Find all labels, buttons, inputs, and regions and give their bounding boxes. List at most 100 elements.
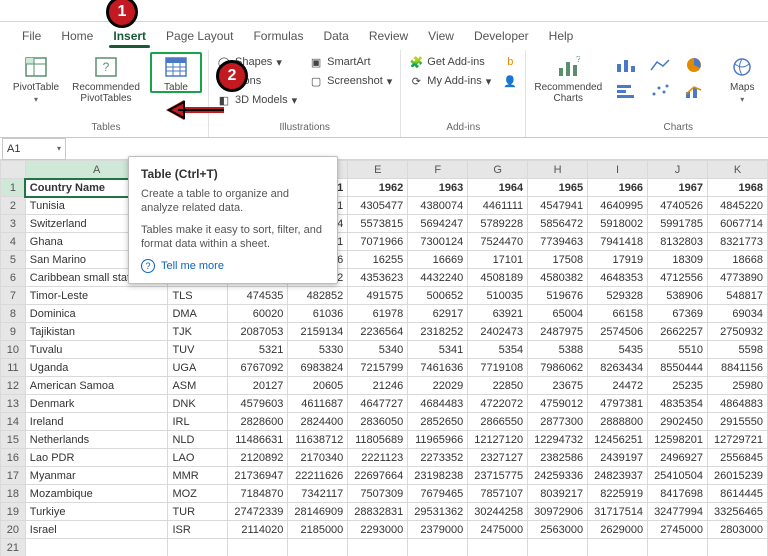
- cell[interactable]: 6983824: [288, 359, 348, 377]
- cell[interactable]: 7300124: [408, 233, 468, 251]
- cell[interactable]: 2439197: [588, 449, 648, 467]
- cell[interactable]: 2382586: [528, 449, 588, 467]
- cell[interactable]: 8225919: [588, 485, 648, 503]
- cell[interactable]: 21736947: [228, 467, 288, 485]
- cell[interactable]: 5789228: [468, 215, 528, 233]
- cell[interactable]: Ireland: [25, 413, 168, 431]
- tab-insert[interactable]: Insert: [103, 25, 156, 48]
- cell[interactable]: 2402473: [468, 323, 528, 341]
- cell[interactable]: 66158: [588, 305, 648, 323]
- maps-button[interactable]: Maps ▾: [720, 52, 764, 104]
- recommended-charts-button[interactable]: ? Recommended Charts: [532, 52, 604, 104]
- cell[interactable]: 25410504: [648, 467, 708, 485]
- cell[interactable]: 4845220: [708, 197, 768, 215]
- cell[interactable]: TUV: [168, 341, 228, 359]
- cell[interactable]: 2221123: [348, 449, 408, 467]
- cell[interactable]: 4305477: [348, 197, 408, 215]
- cell[interactable]: 2379000: [408, 521, 468, 539]
- row-header[interactable]: 9: [1, 323, 26, 341]
- cell[interactable]: 23198238: [408, 467, 468, 485]
- cell[interactable]: 61036: [288, 305, 348, 323]
- cell[interactable]: 28832831: [348, 503, 408, 521]
- tell-me-more-link[interactable]: ? Tell me more: [141, 259, 325, 273]
- cell[interactable]: 12294732: [528, 431, 588, 449]
- cell[interactable]: 5598: [708, 341, 768, 359]
- my-addins-button[interactable]: ⟳My Add-ins ▾: [407, 73, 493, 89]
- column-header[interactable]: E: [348, 161, 408, 179]
- column-header[interactable]: H: [528, 161, 588, 179]
- cell[interactable]: 7941418: [588, 233, 648, 251]
- name-box[interactable]: A1 ▾: [2, 138, 66, 160]
- cell[interactable]: 7507309: [348, 485, 408, 503]
- cell[interactable]: [228, 539, 288, 556]
- cell[interactable]: 2236564: [348, 323, 408, 341]
- cell[interactable]: IRL: [168, 413, 228, 431]
- cell[interactable]: 31717514: [588, 503, 648, 521]
- row-header[interactable]: 7: [1, 287, 26, 305]
- cell[interactable]: 1963: [408, 179, 468, 197]
- cell[interactable]: 20127: [228, 377, 288, 395]
- cell[interactable]: [528, 539, 588, 556]
- cell[interactable]: 2563000: [528, 521, 588, 539]
- row-header[interactable]: 2: [1, 197, 26, 215]
- combo-chart-icon[interactable]: [680, 80, 708, 102]
- cell[interactable]: 548817: [708, 287, 768, 305]
- cell[interactable]: Lao PDR: [25, 449, 168, 467]
- cell[interactable]: UGA: [168, 359, 228, 377]
- cell[interactable]: 17919: [588, 251, 648, 269]
- cell[interactable]: 8132803: [648, 233, 708, 251]
- cell[interactable]: 2327127: [468, 449, 528, 467]
- cell[interactable]: 510035: [468, 287, 528, 305]
- cell[interactable]: 22697664: [348, 467, 408, 485]
- cell[interactable]: Uganda: [25, 359, 168, 377]
- cell[interactable]: 4864883: [708, 395, 768, 413]
- cell[interactable]: 16669: [408, 251, 468, 269]
- cell[interactable]: 7184870: [228, 485, 288, 503]
- cell[interactable]: [648, 539, 708, 556]
- cell[interactable]: 1966: [588, 179, 648, 197]
- cell[interactable]: 7857107: [468, 485, 528, 503]
- cell[interactable]: 63921: [468, 305, 528, 323]
- row-header[interactable]: 14: [1, 413, 26, 431]
- cell[interactable]: 2629000: [588, 521, 648, 539]
- column-chart-icon[interactable]: [612, 54, 640, 76]
- cell[interactable]: 2836050: [348, 413, 408, 431]
- cell[interactable]: 5340: [348, 341, 408, 359]
- cell[interactable]: 2475000: [468, 521, 528, 539]
- cell[interactable]: 2293000: [348, 521, 408, 539]
- cell[interactable]: 22029: [408, 377, 468, 395]
- cell[interactable]: 2120892: [228, 449, 288, 467]
- pie-chart-icon[interactable]: [680, 54, 708, 76]
- cell[interactable]: 60020: [228, 305, 288, 323]
- row-header[interactable]: 15: [1, 431, 26, 449]
- cell[interactable]: 4684483: [408, 395, 468, 413]
- cell[interactable]: 4740526: [648, 197, 708, 215]
- cell[interactable]: 7215799: [348, 359, 408, 377]
- cell[interactable]: Timor-Leste: [25, 287, 168, 305]
- cell[interactable]: Dominica: [25, 305, 168, 323]
- cell[interactable]: 17101: [468, 251, 528, 269]
- cell[interactable]: 4580382: [528, 269, 588, 287]
- cell[interactable]: NLD: [168, 431, 228, 449]
- cell[interactable]: 11638712: [288, 431, 348, 449]
- scatter-chart-icon[interactable]: [646, 80, 674, 102]
- cell[interactable]: 2487975: [528, 323, 588, 341]
- cell[interactable]: TUR: [168, 503, 228, 521]
- column-header[interactable]: K: [708, 161, 768, 179]
- tab-data[interactable]: Data: [313, 25, 358, 48]
- cell[interactable]: MOZ: [168, 485, 228, 503]
- cell[interactable]: [288, 539, 348, 556]
- cell[interactable]: 22211626: [288, 467, 348, 485]
- tab-home[interactable]: Home: [51, 25, 103, 48]
- cell[interactable]: 2915550: [708, 413, 768, 431]
- cell[interactable]: 5573815: [348, 215, 408, 233]
- tab-formulas[interactable]: Formulas: [243, 25, 313, 48]
- cell[interactable]: 1967: [648, 179, 708, 197]
- cell[interactable]: 5991785: [648, 215, 708, 233]
- cell[interactable]: 1964: [468, 179, 528, 197]
- bar-chart-icon[interactable]: [612, 80, 640, 102]
- cell[interactable]: 5856472: [528, 215, 588, 233]
- cell[interactable]: 2556845: [708, 449, 768, 467]
- cell[interactable]: [25, 539, 168, 556]
- cell[interactable]: 538906: [648, 287, 708, 305]
